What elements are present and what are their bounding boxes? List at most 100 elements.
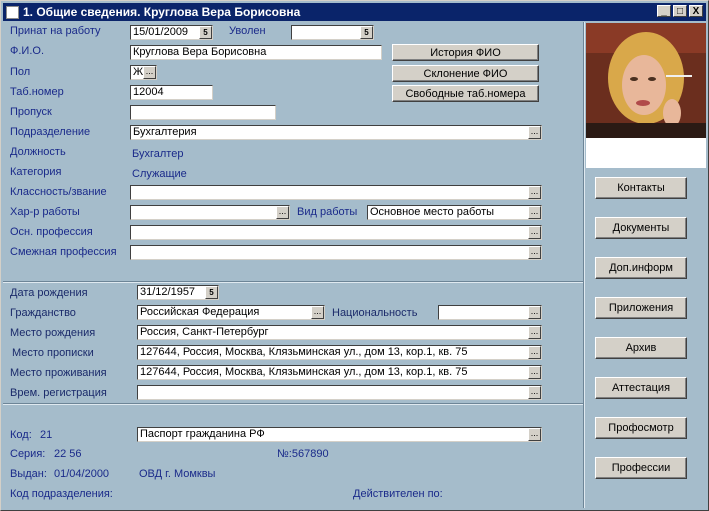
class-field[interactable]: ... (130, 185, 542, 200)
hired-label: Принат на работу (10, 25, 101, 37)
birth-date-value: 31/12/1957 (140, 286, 196, 298)
close-button[interactable]: X (689, 5, 703, 17)
contacts-button[interactable]: Контакты (595, 177, 687, 199)
workkind-label: Вид работы (297, 206, 358, 218)
birth-label: Дата рождения (10, 287, 88, 299)
residence-value: 127644, Россия, Москва, Клязьминская ул.… (140, 366, 468, 378)
ellipsis-icon[interactable]: ... (528, 386, 541, 399)
ellipsis-icon[interactable]: ... (528, 246, 541, 259)
dept-field[interactable]: Бухгалтерия ... (130, 125, 542, 140)
class-label: Классность/звание (10, 186, 107, 198)
doc-number: №:567890 (277, 448, 329, 460)
workkind-value: Основное место работы (370, 206, 495, 218)
tabnum-value: 12004 (133, 86, 164, 98)
calendar-icon[interactable]: 5 (199, 26, 212, 39)
ellipsis-icon[interactable]: ... (276, 206, 289, 219)
tempreg-label: Врем. регистрация (10, 387, 107, 399)
pass-field[interactable] (130, 105, 276, 120)
citizenship-label: Гражданство (10, 307, 76, 319)
extra-info-button[interactable]: Доп.информ (595, 257, 687, 279)
citizenship-field[interactable]: Российская Федерация ... (137, 305, 325, 320)
dept-label: Подразделение (10, 126, 91, 138)
birth-date-field[interactable]: 31/12/1957 5 (137, 285, 219, 300)
worktype-field[interactable]: ... (130, 205, 290, 220)
minimize-button[interactable]: _ (657, 5, 671, 17)
issued-date: 01/04/2000 (54, 468, 110, 480)
tempreg-field[interactable]: ... (137, 385, 542, 400)
series-value: 22 56 (54, 448, 82, 460)
section-divider (3, 403, 583, 405)
calendar-icon[interactable]: 5 (360, 26, 373, 39)
employee-photo (586, 23, 706, 168)
medical-exam-button[interactable]: Профосмотр (595, 417, 687, 439)
ellipsis-icon[interactable]: ... (528, 326, 541, 339)
documents-button[interactable]: Документы (595, 217, 687, 239)
archive-button[interactable]: Архив (595, 337, 687, 359)
maximize-button[interactable]: □ (673, 5, 687, 17)
fired-label: Уволен (229, 25, 266, 37)
category-label: Категория (10, 166, 62, 178)
ellipsis-icon[interactable]: ... (528, 366, 541, 379)
worktype-label: Хар-р работы (10, 206, 80, 218)
code-value: 21 (40, 429, 53, 441)
fio-value: Круглова Вера Борисовна (133, 46, 267, 58)
fio-history-button[interactable]: История ФИО (392, 44, 539, 61)
fio-field[interactable]: Круглова Вера Борисовна (130, 45, 382, 60)
doc-type-value: Паспорт гражданина РФ (140, 428, 265, 440)
attestation-button[interactable]: Аттестация (595, 377, 687, 399)
attachments-button[interactable]: Приложения (595, 297, 687, 319)
ellipsis-icon[interactable]: ... (528, 306, 541, 319)
hired-date-field[interactable]: 15/01/2009 5 (130, 25, 213, 40)
professions-button[interactable]: Профессии (595, 457, 687, 479)
free-tabnums-button[interactable]: Свободные таб.номера (392, 85, 539, 102)
category-value: Служащие (132, 168, 187, 180)
ellipsis-icon[interactable]: ... (528, 126, 541, 139)
sex-label: Пол (10, 66, 31, 78)
registration-field[interactable]: 127644, Россия, Москва, Клязьминская ул.… (137, 345, 542, 360)
ellipsis-icon[interactable]: ... (528, 226, 541, 239)
issued-by: ОВД г. Момквы (139, 468, 216, 480)
ellipsis-icon[interactable]: ... (143, 66, 156, 79)
registration-label: Место прописки (12, 347, 94, 359)
relprof-label: Смежная профессия (10, 246, 117, 258)
citizenship-value: Российская Федерация (140, 306, 260, 318)
ellipsis-icon[interactable]: ... (528, 346, 541, 359)
title-bar: 1. Общие сведения. Круглова Вера Борисов… (3, 3, 706, 21)
ellipsis-icon[interactable]: ... (528, 186, 541, 199)
valid-until-label: Действителен по: (353, 488, 443, 500)
ellipsis-icon[interactable]: ... (311, 306, 324, 319)
employee-window: 1. Общие сведения. Круглова Вера Борисов… (0, 0, 709, 511)
nationality-label: Национальность (332, 307, 418, 319)
workkind-field[interactable]: Основное место работы ... (367, 205, 542, 220)
registration-value: 127644, Россия, Москва, Клязьминская ул.… (140, 346, 468, 358)
hired-date-value: 15/01/2009 (133, 26, 189, 38)
doc-type-field[interactable]: Паспорт гражданина РФ ... (137, 427, 542, 442)
birthplace-value: Россия, Санкт-Петербург (140, 326, 269, 338)
fio-decline-button[interactable]: Склонение ФИО (392, 65, 539, 82)
birthplace-label: Место рождения (10, 327, 96, 339)
tabnum-label: Таб.номер (10, 86, 64, 98)
code-label: Код: (10, 429, 32, 441)
fio-label: Ф.И.О. (10, 45, 44, 57)
portrait-image (586, 23, 706, 168)
nationality-field[interactable]: ... (438, 305, 542, 320)
relprof-field[interactable]: ... (130, 245, 542, 260)
sex-field[interactable]: Ж ... (130, 65, 157, 80)
calendar-icon[interactable]: 5 (205, 286, 218, 299)
ellipsis-icon[interactable]: ... (528, 206, 541, 219)
mainprof-field[interactable]: ... (130, 225, 542, 240)
ellipsis-icon[interactable]: ... (528, 428, 541, 441)
residence-field[interactable]: 127644, Россия, Москва, Клязьминская ул.… (137, 365, 542, 380)
subdiv-code-label: Код подразделения: (10, 488, 113, 500)
birthplace-field[interactable]: Россия, Санкт-Петербург ... (137, 325, 542, 340)
app-icon (6, 6, 19, 19)
tabnum-field[interactable]: 12004 (130, 85, 213, 100)
mainprof-label: Осн. профессия (10, 226, 93, 238)
fired-date-field[interactable]: 5 (291, 25, 374, 40)
position-label: Должность (10, 146, 66, 158)
pass-label: Пропуск (10, 106, 52, 118)
dept-value: Бухгалтерия (133, 126, 197, 138)
series-label: Серия: (10, 448, 46, 460)
window-title: 1. Общие сведения. Круглова Вера Борисов… (23, 5, 301, 19)
sex-value: Ж (133, 66, 144, 78)
